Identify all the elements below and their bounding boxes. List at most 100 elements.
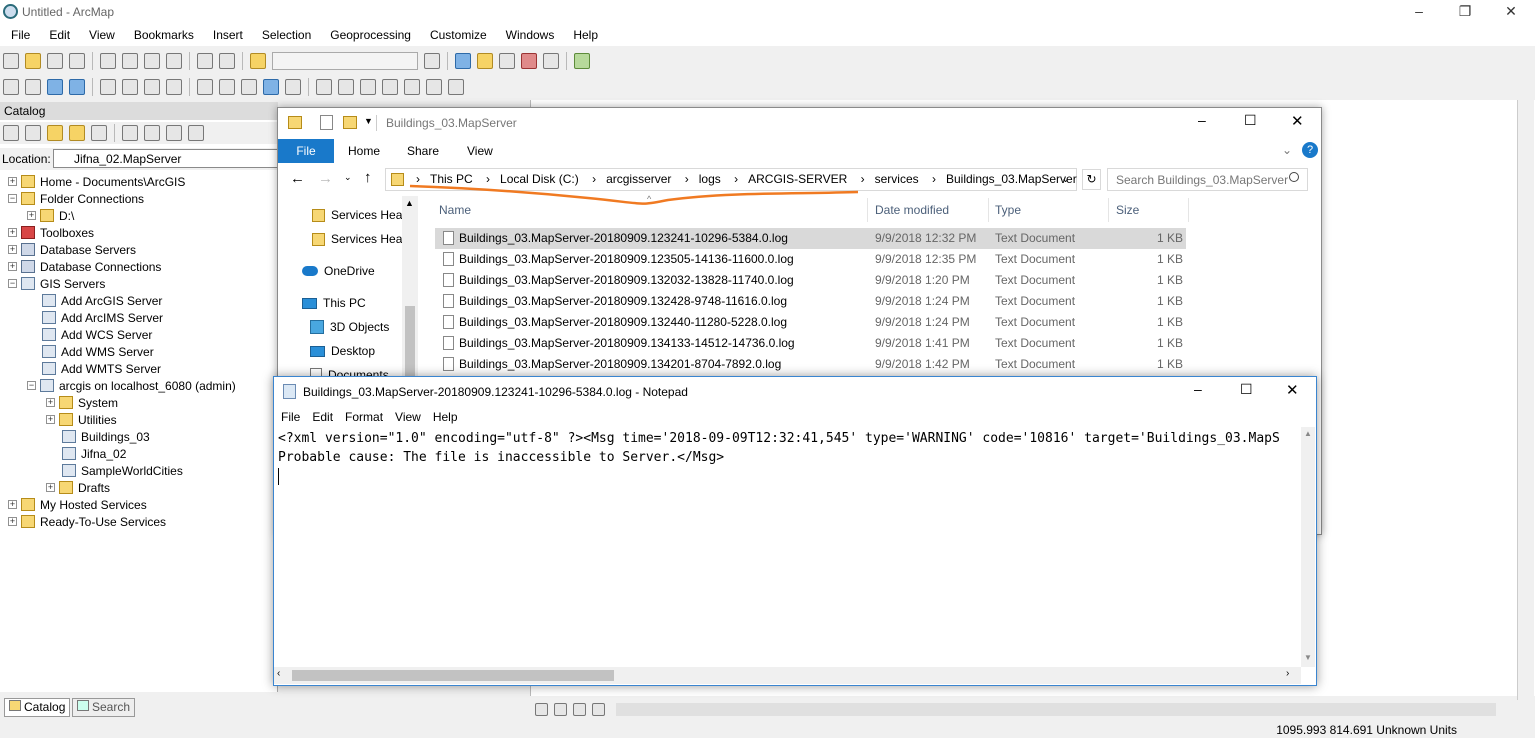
editor-icon[interactable] — [424, 53, 440, 69]
views-icon[interactable] — [122, 125, 138, 141]
file-row[interactable]: Buildings_03.MapServer-20180909.134133-1… — [435, 333, 1186, 354]
scroll-up-icon[interactable]: ▲ — [1304, 429, 1312, 438]
layout-view-icon[interactable] — [554, 702, 567, 716]
undo-icon[interactable] — [197, 53, 213, 69]
toggle-contents-icon[interactable] — [166, 125, 182, 141]
menu-bookmarks[interactable]: Bookmarks — [134, 28, 194, 42]
forward-icon[interactable] — [166, 79, 182, 95]
file-row[interactable]: Buildings_03.MapServer-20180909.132428-9… — [435, 291, 1186, 312]
data-view-icon[interactable] — [535, 702, 548, 716]
menu-windows[interactable]: Windows — [506, 28, 555, 42]
expand-icon[interactable]: + — [8, 228, 17, 237]
add-data-icon[interactable] — [250, 53, 266, 69]
tree-item[interactable]: SampleWorldCities — [62, 462, 183, 479]
tree-item[interactable]: Add ArcGIS Server — [42, 292, 162, 309]
pause-drawing-icon[interactable] — [592, 702, 605, 716]
column-date-modified[interactable]: Date modified — [875, 203, 949, 217]
scroll-thumb[interactable] — [405, 306, 415, 376]
map-scale-combo[interactable] — [272, 52, 418, 70]
catalog-window-icon[interactable] — [477, 53, 493, 69]
explorer-minimize-button[interactable]: – — [1198, 112, 1206, 128]
nav-item-desktop[interactable]: Desktop — [310, 344, 375, 358]
menu-customize[interactable]: Customize — [430, 28, 487, 42]
menu-help[interactable]: Help — [573, 28, 598, 42]
redo-icon[interactable] — [219, 53, 235, 69]
save-icon[interactable] — [47, 53, 63, 69]
fixed-zoom-out-icon[interactable] — [122, 79, 138, 95]
explorer-close-button[interactable]: ✕ — [1291, 112, 1304, 130]
tree-item[interactable]: Buildings_03 — [62, 428, 150, 445]
scroll-down-icon[interactable]: ▼ — [1304, 653, 1312, 662]
tab-search[interactable]: Search — [72, 698, 136, 717]
forward-arrow-icon[interactable]: → — [318, 170, 333, 187]
file-row[interactable]: Buildings_03.MapServer-20180909.132032-1… — [435, 270, 1186, 291]
tree-item[interactable]: + Home - Documents\ArcGIS — [8, 173, 185, 190]
notepad-horizontal-scrollbar[interactable]: ‹ › — [274, 667, 1301, 684]
notepad-vertical-scrollbar[interactable]: ▲ ▼ — [1301, 427, 1315, 667]
search-window-icon[interactable] — [499, 53, 515, 69]
location-input[interactable]: Jifna_02.MapServer — [53, 149, 278, 168]
notepad-menu-format[interactable]: Format — [345, 410, 383, 424]
hyperlink-icon[interactable] — [404, 79, 420, 95]
collapse-icon[interactable]: − — [8, 194, 17, 203]
tree-item[interactable]: + Drafts — [46, 479, 110, 496]
explorer-maximize-button[interactable]: ☐ — [1244, 112, 1257, 129]
full-extent-icon[interactable] — [69, 79, 85, 95]
expand-icon[interactable]: + — [27, 211, 36, 220]
menu-file[interactable]: File — [11, 28, 30, 42]
scroll-left-icon[interactable]: ‹ — [277, 668, 280, 679]
up-one-level-icon[interactable] — [25, 125, 41, 141]
notepad-text-area[interactable]: <?xml version="1.0" encoding="utf-8" ?><… — [278, 429, 1302, 667]
disconnect-folder-icon[interactable] — [91, 125, 107, 141]
new-document-icon[interactable] — [3, 53, 19, 69]
model-builder-icon[interactable] — [574, 53, 590, 69]
tree-item[interactable]: + Ready-To-Use Services — [8, 513, 166, 530]
tree-item[interactable]: Jifna_02 — [62, 445, 126, 462]
tree-item[interactable]: + Database Connections — [8, 258, 161, 275]
menu-edit[interactable]: Edit — [49, 28, 70, 42]
notepad-minimize-button[interactable]: – — [1194, 381, 1202, 397]
help-icon[interactable]: ? — [1302, 142, 1318, 158]
file-row[interactable]: Buildings_03.MapServer-20180909.132440-1… — [435, 312, 1186, 333]
measure-icon[interactable] — [382, 79, 398, 95]
expand-icon[interactable]: + — [8, 262, 17, 271]
nav-item-services-health[interactable]: Services Heal — [312, 208, 405, 222]
path-buildings[interactable]: Buildings_03.MapServer — [946, 172, 1077, 186]
map-horizontal-scrollbar[interactable] — [616, 702, 1496, 716]
notepad-maximize-button[interactable]: ☐ — [1240, 381, 1253, 398]
scroll-thumb[interactable] — [292, 670, 614, 681]
html-popup-icon[interactable] — [285, 79, 301, 95]
zoom-out-icon[interactable] — [25, 79, 41, 95]
tree-item[interactable]: Add WMS Server — [42, 343, 154, 360]
options-icon[interactable] — [188, 125, 204, 141]
cut-icon[interactable] — [100, 53, 116, 69]
tree-item[interactable]: + System — [46, 394, 118, 411]
nav-item-services-health[interactable]: Services Heal — [312, 232, 405, 246]
go-to-xy-icon[interactable] — [360, 79, 376, 95]
notepad-menu-edit[interactable]: Edit — [312, 410, 333, 424]
pan-icon[interactable] — [47, 79, 63, 95]
expand-icon[interactable]: + — [8, 245, 17, 254]
column-size[interactable]: Size — [1116, 203, 1139, 217]
tree-item[interactable]: − arcgis on localhost_6080 (admin) — [27, 377, 236, 394]
paste-icon[interactable] — [144, 53, 160, 69]
tab-home[interactable]: Home — [348, 144, 380, 158]
refresh-icon[interactable] — [573, 702, 586, 716]
file-row[interactable]: Buildings_03.MapServer-20180909.134201-8… — [435, 354, 1186, 375]
expand-icon[interactable]: + — [8, 500, 17, 509]
quick-access-dropdown-icon[interactable]: ▼ — [364, 116, 373, 126]
scroll-right-icon[interactable]: › — [1286, 668, 1289, 679]
back-icon[interactable] — [144, 79, 160, 95]
arctoolbox-icon[interactable] — [521, 53, 537, 69]
tree-item[interactable]: − Folder Connections — [8, 190, 144, 207]
notepad-menu-view[interactable]: View — [395, 410, 421, 424]
new-folder-icon[interactable] — [343, 116, 357, 129]
find-icon[interactable] — [316, 79, 332, 95]
select-elements-icon[interactable] — [241, 79, 257, 95]
menu-insert[interactable]: Insert — [213, 28, 243, 42]
tab-view[interactable]: View — [467, 144, 493, 158]
tree-item[interactable]: + D:\ — [27, 207, 74, 224]
viewer-window-icon[interactable] — [448, 79, 464, 95]
print-icon[interactable] — [69, 53, 85, 69]
column-type[interactable]: Type — [995, 203, 1021, 217]
